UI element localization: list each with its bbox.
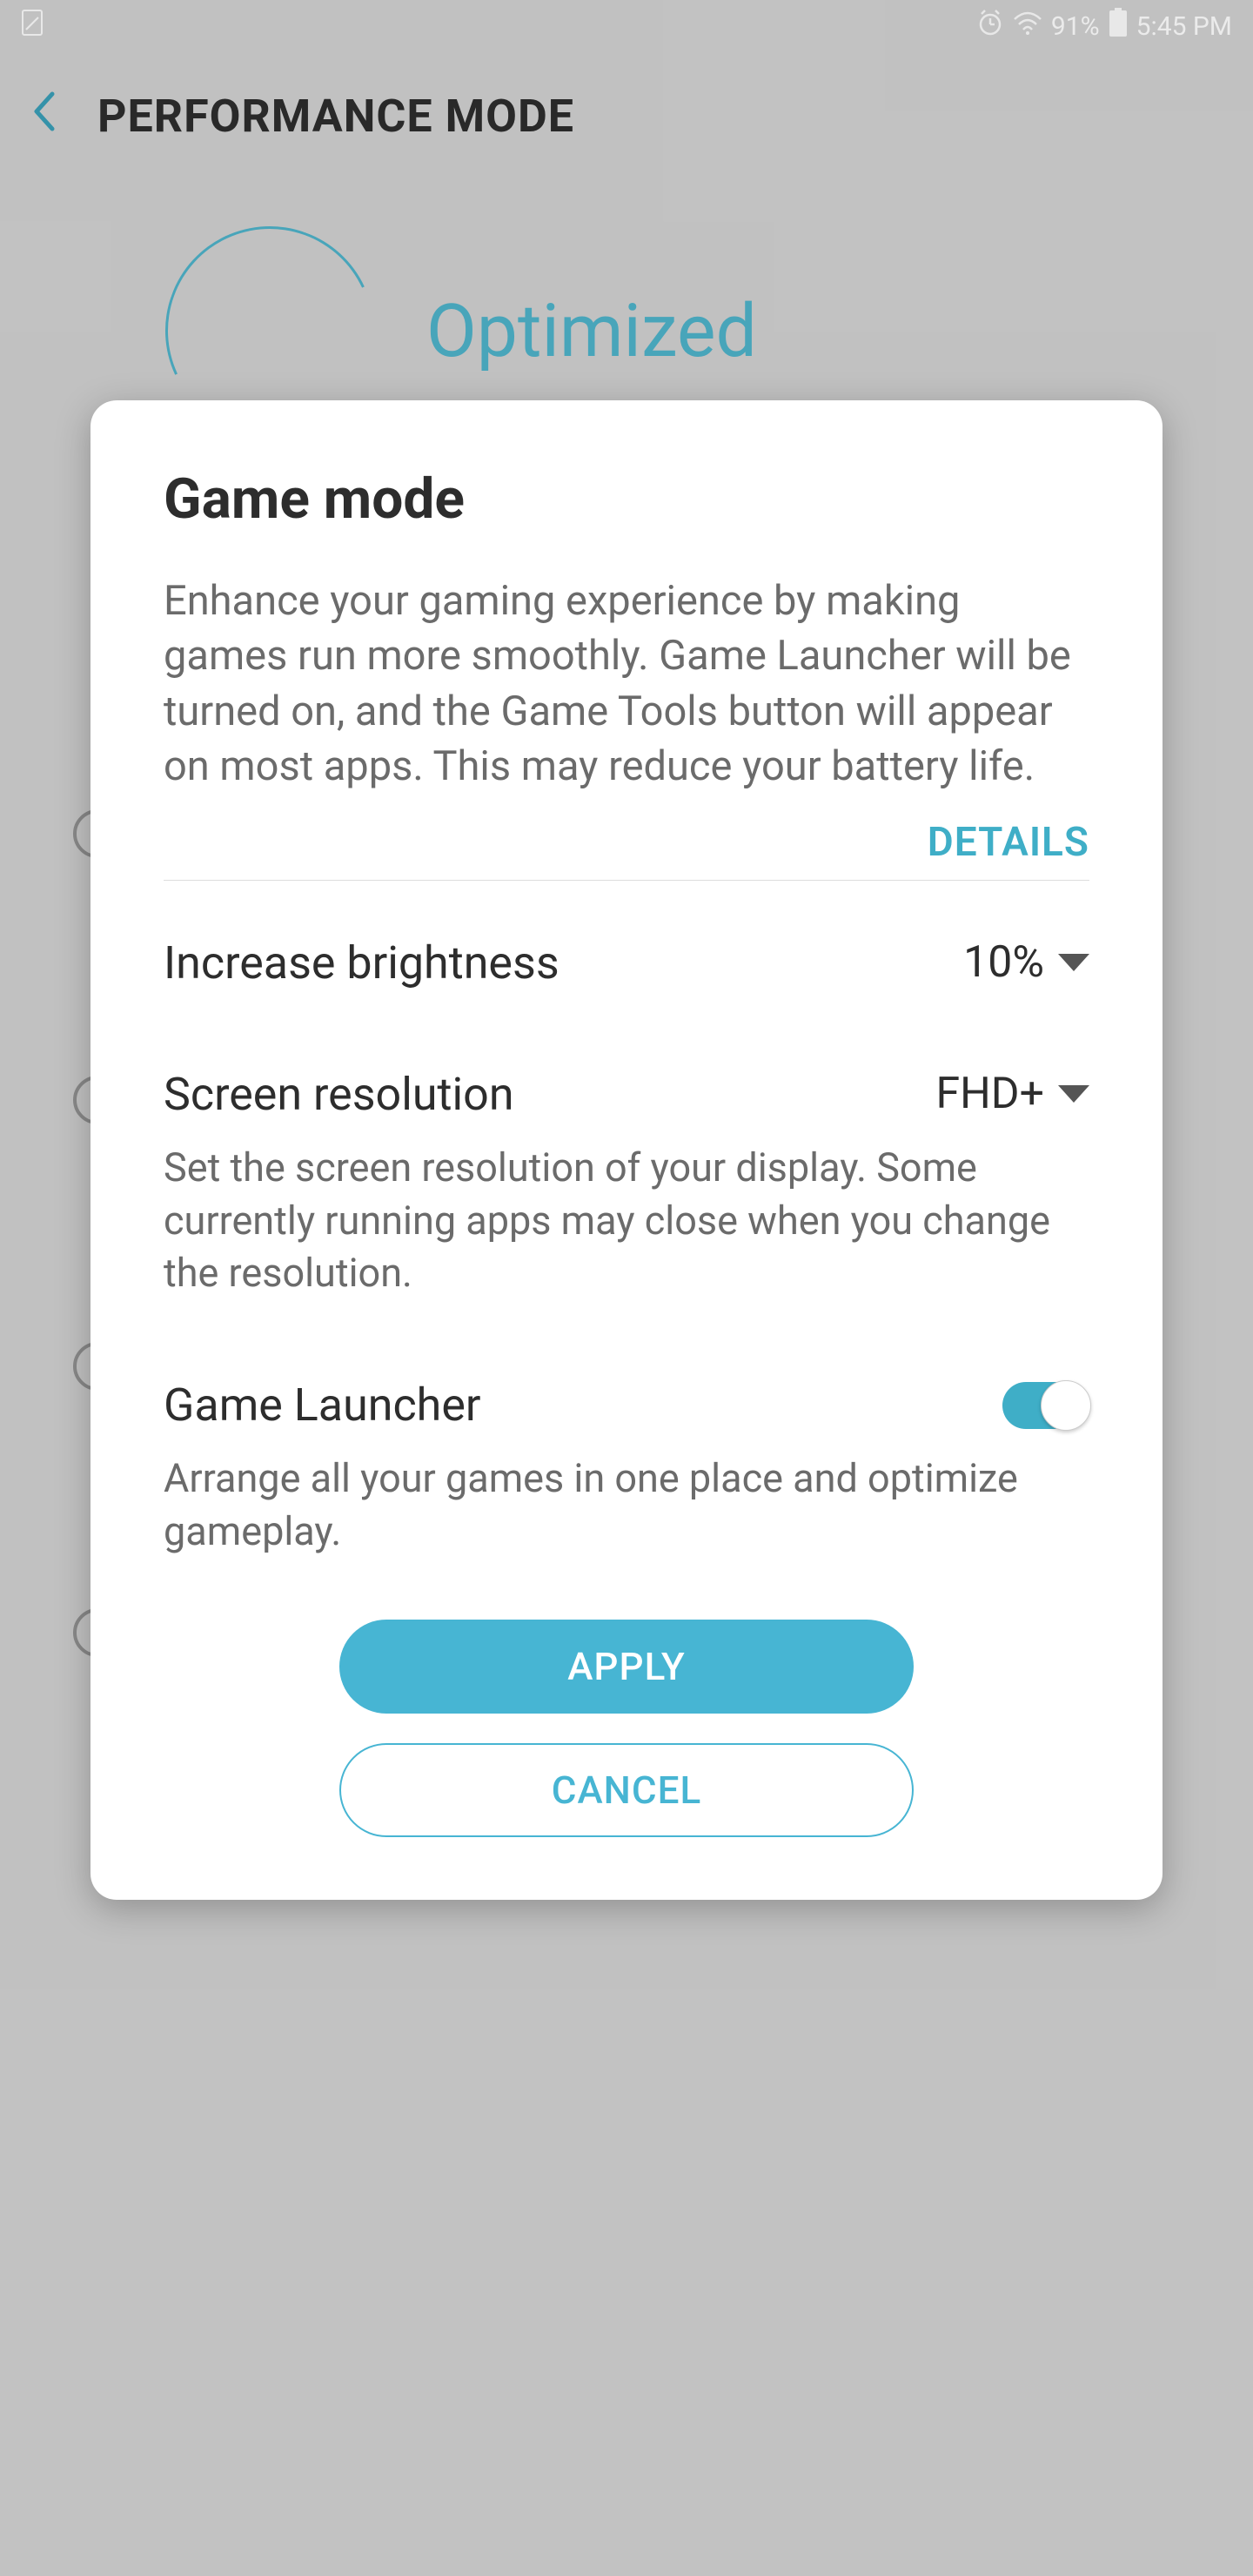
resolution-section: Screen resolution FHD+ Set the screen re… — [164, 1068, 1089, 1300]
resolution-label: Screen resolution — [164, 1068, 514, 1121]
brightness-section: Increase brightness 10% — [164, 936, 1089, 989]
brightness-label: Increase brightness — [164, 936, 559, 989]
resolution-dropdown[interactable]: FHD+ — [936, 1069, 1090, 1119]
game-mode-dialog: Game mode Enhance your gaming experience… — [90, 400, 1163, 1900]
cancel-button[interactable]: CANCEL — [339, 1743, 914, 1837]
resolution-value: FHD+ — [936, 1069, 1045, 1119]
game-launcher-description: Arrange all your games in one place and … — [164, 1452, 1089, 1559]
details-link[interactable]: DETAILS — [164, 819, 1089, 866]
game-launcher-section: Game Launcher Arrange all your games in … — [164, 1379, 1089, 1559]
chevron-down-icon — [1058, 954, 1089, 971]
game-launcher-toggle[interactable] — [1002, 1382, 1089, 1429]
brightness-dropdown[interactable]: 10% — [963, 937, 1089, 988]
resolution-description: Set the screen resolution of your displa… — [164, 1142, 1089, 1300]
game-launcher-row[interactable]: Game Launcher — [164, 1379, 1089, 1432]
dialog-title: Game mode — [164, 466, 1089, 532]
game-launcher-label: Game Launcher — [164, 1379, 481, 1432]
brightness-value: 10% — [963, 937, 1044, 988]
divider — [164, 880, 1089, 881]
dialog-description: Enhance your gaming experience by making… — [164, 574, 1089, 795]
toggle-knob — [1041, 1380, 1091, 1431]
resolution-row[interactable]: Screen resolution FHD+ — [164, 1068, 1089, 1121]
chevron-down-icon — [1058, 1085, 1089, 1103]
dialog-buttons: APPLY CANCEL — [164, 1620, 1089, 1837]
brightness-row[interactable]: Increase brightness 10% — [164, 936, 1089, 989]
apply-button[interactable]: APPLY — [339, 1620, 914, 1714]
